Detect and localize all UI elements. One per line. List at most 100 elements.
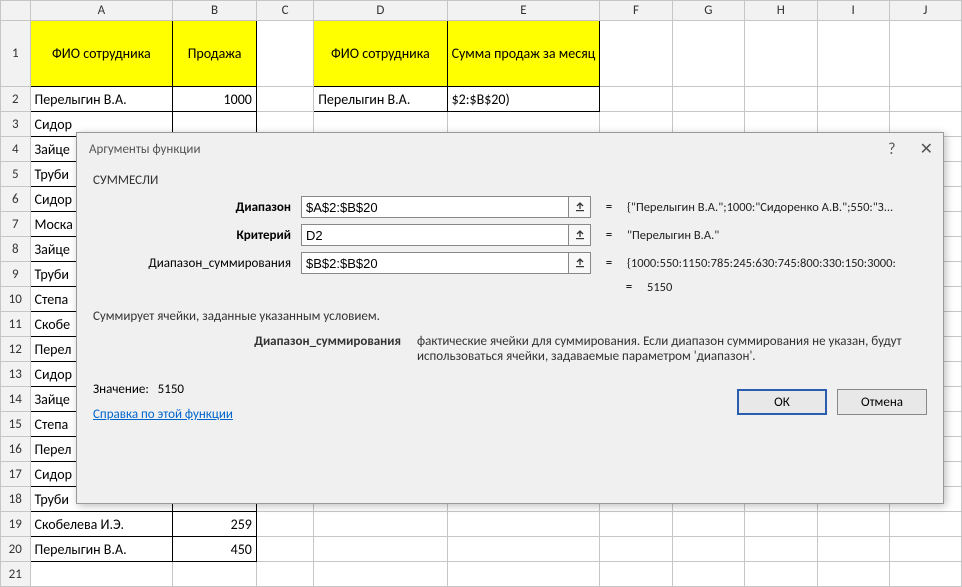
cell[interactable]	[30, 562, 173, 587]
cell[interactable]	[672, 537, 744, 562]
col-header-F[interactable]: F	[600, 1, 672, 21]
cell[interactable]: ФИО сотрудника	[30, 21, 173, 87]
cell[interactable]	[256, 87, 313, 112]
argument-preview: "Перелыгин В.А."	[627, 228, 929, 243]
cell[interactable]	[817, 512, 889, 537]
cell[interactable]	[600, 537, 672, 562]
col-header-H[interactable]: H	[745, 1, 817, 21]
cell[interactable]	[745, 512, 817, 537]
col-header-J[interactable]: J	[889, 1, 961, 21]
cell[interactable]	[817, 537, 889, 562]
cell[interactable]	[889, 562, 961, 587]
cell[interactable]	[600, 21, 672, 87]
help-icon[interactable]: ?	[888, 140, 895, 159]
close-icon[interactable]: ✕	[920, 139, 933, 159]
cell[interactable]	[817, 87, 889, 112]
cell[interactable]	[600, 512, 672, 537]
row-header[interactable]: 15	[1, 412, 31, 437]
row-header[interactable]: 10	[1, 287, 31, 312]
range-picker-icon[interactable]	[569, 224, 591, 246]
argument-input[interactable]	[301, 196, 569, 218]
cell[interactable]	[889, 512, 961, 537]
row-header[interactable]: 21	[1, 562, 31, 587]
col-header-D[interactable]: D	[314, 1, 447, 21]
cell[interactable]: Продажа	[173, 21, 257, 87]
cell[interactable]: Перелыгин В.А.	[30, 537, 173, 562]
row-header[interactable]: 2	[1, 87, 31, 112]
range-picker-icon[interactable]	[569, 252, 591, 274]
cell[interactable]: Сумма продаж за месяц	[447, 21, 600, 87]
cell[interactable]	[314, 562, 447, 587]
cell[interactable]: Скобелева И.Э.	[30, 512, 173, 537]
cell[interactable]	[745, 87, 817, 112]
row-header[interactable]: 12	[1, 337, 31, 362]
cell[interactable]: 450	[173, 537, 257, 562]
function-name: СУММЕСЛИ	[93, 173, 929, 188]
cell[interactable]	[889, 21, 961, 87]
cell[interactable]: $2:$B$20)	[447, 87, 600, 112]
argument-label: Диапазон	[91, 200, 291, 215]
cell[interactable]	[600, 562, 672, 587]
cell[interactable]	[447, 562, 600, 587]
row-header[interactable]: 5	[1, 162, 31, 187]
range-picker-icon[interactable]	[569, 196, 591, 218]
cell[interactable]	[745, 21, 817, 87]
cell[interactable]	[817, 21, 889, 87]
cell[interactable]	[889, 87, 961, 112]
equals-sign: =	[601, 228, 617, 243]
cell[interactable]: ФИО сотрудника	[314, 21, 447, 87]
cell[interactable]	[889, 537, 961, 562]
hint-text: фактические ячейки для суммирования. Есл…	[417, 334, 929, 364]
row-header[interactable]: 13	[1, 362, 31, 387]
help-link[interactable]: Справка по этой функции	[93, 407, 233, 422]
row-header[interactable]: 9	[1, 262, 31, 287]
cell[interactable]	[173, 562, 257, 587]
cell[interactable]	[745, 562, 817, 587]
cell[interactable]	[256, 562, 313, 587]
col-header-G[interactable]: G	[672, 1, 744, 21]
col-header-A[interactable]: A	[30, 1, 173, 21]
row-header[interactable]: 17	[1, 462, 31, 487]
row-header[interactable]: 11	[1, 312, 31, 337]
col-header-B[interactable]: B	[173, 1, 257, 21]
row-header[interactable]: 20	[1, 537, 31, 562]
row-header[interactable]: 8	[1, 237, 31, 262]
col-header-C[interactable]: C	[256, 1, 313, 21]
corner-cell[interactable]	[1, 1, 31, 21]
argument-input[interactable]	[301, 224, 569, 246]
cell[interactable]	[672, 21, 744, 87]
argument-input[interactable]	[301, 252, 569, 274]
cell[interactable]	[256, 537, 313, 562]
cell[interactable]	[817, 562, 889, 587]
argument-row: Диапазон={"Перелыгин В.А.";1000:"Сидорен…	[91, 196, 929, 218]
row-header[interactable]: 19	[1, 512, 31, 537]
cell[interactable]	[600, 87, 672, 112]
cancel-button[interactable]: Отмена	[837, 389, 927, 415]
cell[interactable]	[672, 512, 744, 537]
value-label: Значение:	[93, 382, 149, 397]
row-header[interactable]: 16	[1, 437, 31, 462]
cell[interactable]: Перелыгин В.А.	[314, 87, 447, 112]
cell[interactable]	[314, 512, 447, 537]
cell[interactable]	[447, 512, 600, 537]
cell[interactable]	[256, 512, 313, 537]
cell[interactable]	[256, 21, 313, 87]
cell[interactable]	[672, 562, 744, 587]
ok-button[interactable]: ОК	[737, 389, 827, 415]
row-header[interactable]: 18	[1, 487, 31, 512]
cell[interactable]	[672, 87, 744, 112]
row-header[interactable]: 14	[1, 387, 31, 412]
col-header-I[interactable]: I	[817, 1, 889, 21]
row-header[interactable]: 1	[1, 21, 31, 87]
col-header-E[interactable]: E	[447, 1, 600, 21]
row-header[interactable]: 6	[1, 187, 31, 212]
cell[interactable]	[314, 537, 447, 562]
cell[interactable]: 259	[173, 512, 257, 537]
cell[interactable]: 1000	[173, 87, 257, 112]
cell[interactable]	[447, 537, 600, 562]
cell[interactable]: Перелыгин В.А.	[30, 87, 173, 112]
cell[interactable]	[745, 537, 817, 562]
row-header[interactable]: 3	[1, 112, 31, 137]
row-header[interactable]: 7	[1, 212, 31, 237]
row-header[interactable]: 4	[1, 137, 31, 162]
